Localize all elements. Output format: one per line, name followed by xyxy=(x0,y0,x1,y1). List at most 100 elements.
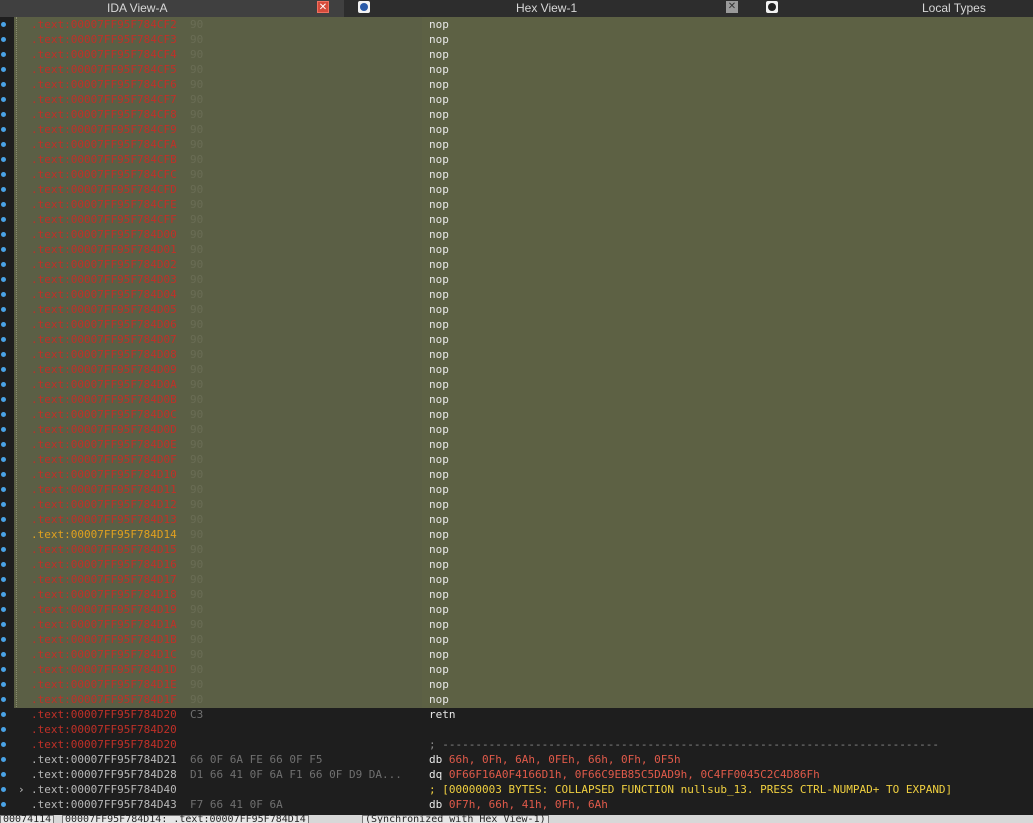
listing-line[interactable]: .text:00007FF95F784D1A 90 nop xyxy=(14,617,1033,632)
close-icon[interactable]: ✕ xyxy=(317,1,329,13)
breakpoint-dot-icon[interactable] xyxy=(1,367,6,372)
listing-line[interactable]: .text:00007FF95F784D11 90 nop xyxy=(14,482,1033,497)
breakpoint-dot-icon[interactable] xyxy=(1,532,6,537)
listing-line[interactable]: .text:00007FF95F784D06 90 nop xyxy=(14,317,1033,332)
listing-line[interactable]: .text:00007FF95F784CFD 90 nop xyxy=(14,182,1033,197)
breakpoint-dot-icon[interactable] xyxy=(1,502,6,507)
breakpoint-dot-icon[interactable] xyxy=(1,802,6,807)
breakpoint-dot-icon[interactable] xyxy=(1,202,6,207)
breakpoint-dot-icon[interactable] xyxy=(1,517,6,522)
breakpoint-dot-icon[interactable] xyxy=(1,487,6,492)
listing-line[interactable]: .text:00007FF95F784CF3 90 nop xyxy=(14,32,1033,47)
breakpoint-dot-icon[interactable] xyxy=(1,127,6,132)
breakpoint-dot-icon[interactable] xyxy=(1,667,6,672)
listing-line[interactable]: .text:00007FF95F784D09 90 nop xyxy=(14,362,1033,377)
breakpoint-dot-icon[interactable] xyxy=(1,172,6,177)
listing-line[interactable]: .text:00007FF95F784D43 F7 66 41 0F 6A db 0… xyxy=(14,797,1033,812)
breakpoint-dot-icon[interactable] xyxy=(1,472,6,477)
listing-line[interactable]: .text:00007FF95F784CF2 90 nop xyxy=(14,17,1033,32)
listing-line[interactable]: .text:00007FF95F784CFF 90 nop xyxy=(14,212,1033,227)
listing-line[interactable]: .text:00007FF95F784D0F 90 nop xyxy=(14,452,1033,467)
listing-line[interactable]: .text:00007FF95F784D19 90 nop xyxy=(14,602,1033,617)
tab-local-types[interactable]: Local Types xyxy=(760,0,1033,17)
breakpoint-dot-icon[interactable] xyxy=(1,637,6,642)
listing-line[interactable]: .text:00007FF95F784D28 D1 66 41 0F 6A F1 … xyxy=(14,767,1033,782)
expand-arrow-icon[interactable]: › xyxy=(18,782,25,797)
listing-line[interactable]: .text:00007FF95F784D1D 90 nop xyxy=(14,662,1033,677)
breakpoint-dot-icon[interactable] xyxy=(1,397,6,402)
listing-line[interactable]: .text:00007FF95F784CF6 90 nop xyxy=(14,77,1033,92)
breakpoint-dot-icon[interactable] xyxy=(1,277,6,282)
disassembly-listing[interactable]: .text:00007FF95F784CF2 90 nop .text:00007FF… xyxy=(14,17,1033,815)
breakpoint-dot-icon[interactable] xyxy=(1,592,6,597)
listing-line[interactable]: .text:00007FF95F784D13 90 nop xyxy=(14,512,1033,527)
listing-line[interactable]: .text:00007FF95F784D17 90 nop xyxy=(14,572,1033,587)
breakpoint-dot-icon[interactable] xyxy=(1,67,6,72)
listing-line[interactable]: .text:00007FF95F784D00 90 nop xyxy=(14,227,1033,242)
breakpoint-dot-icon[interactable] xyxy=(1,772,6,777)
breakpoint-dot-icon[interactable] xyxy=(1,52,6,57)
breakpoint-dot-icon[interactable] xyxy=(1,232,6,237)
listing-line[interactable]: .text:00007FF95F784D16 90 nop xyxy=(14,557,1033,572)
breakpoint-dot-icon[interactable] xyxy=(1,757,6,762)
breakpoint-dot-icon[interactable] xyxy=(1,787,6,792)
listing-line[interactable]: .text:00007FF95F784CFC 90 nop xyxy=(14,167,1033,182)
breakpoint-dot-icon[interactable] xyxy=(1,352,6,357)
listing-line[interactable]: .text:00007FF95F784CF9 90 nop xyxy=(14,122,1033,137)
breakpoint-dot-icon[interactable] xyxy=(1,412,6,417)
listing-line[interactable]: .text:00007FF95F784D02 90 nop xyxy=(14,257,1033,272)
listing-line[interactable]: .text:00007FF95F784D04 90 nop xyxy=(14,287,1033,302)
breakpoint-dot-icon[interactable] xyxy=(1,607,6,612)
breakpoint-dot-icon[interactable] xyxy=(1,577,6,582)
breakpoint-dot-icon[interactable] xyxy=(1,292,6,297)
listing-line[interactable]: .text:00007FF95F784D1B 90 nop xyxy=(14,632,1033,647)
breakpoint-dot-icon[interactable] xyxy=(1,622,6,627)
breakpoint-dot-icon[interactable] xyxy=(1,307,6,312)
breakpoint-dot-icon[interactable] xyxy=(1,457,6,462)
listing-line[interactable]: .text:00007FF95F784CFE 90 nop xyxy=(14,197,1033,212)
listing-line[interactable]: .text:00007FF95F784CF8 90 nop xyxy=(14,107,1033,122)
listing-line[interactable]: › .text:00007FF95F784D40 ; [00000003 BYTES… xyxy=(14,782,1033,797)
breakpoint-dot-icon[interactable] xyxy=(1,442,6,447)
breakpoint-dot-icon[interactable] xyxy=(1,157,6,162)
breakpoint-dot-icon[interactable] xyxy=(1,22,6,27)
listing-line[interactable]: .text:00007FF95F784D08 90 nop xyxy=(14,347,1033,362)
listing-line[interactable]: .text:00007FF95F784D10 90 nop xyxy=(14,467,1033,482)
breakpoint-dot-icon[interactable] xyxy=(1,337,6,342)
breakpoint-dot-icon[interactable] xyxy=(1,697,6,702)
breakpoint-dot-icon[interactable] xyxy=(1,217,6,222)
listing-line[interactable]: .text:00007FF95F784D20 ; ----------------… xyxy=(14,737,1033,752)
listing-line[interactable]: .text:00007FF95F784D20 xyxy=(14,722,1033,737)
listing-line[interactable]: .text:00007FF95F784D20 C3 retn xyxy=(14,707,1033,722)
listing-line[interactable]: .text:00007FF95F784D01 90 nop xyxy=(14,242,1033,257)
breakpoint-dot-icon[interactable] xyxy=(1,97,6,102)
breakpoint-dot-icon[interactable] xyxy=(1,37,6,42)
listing-line[interactable]: .text:00007FF95F784CF7 90 nop xyxy=(14,92,1033,107)
breakpoint-dot-icon[interactable] xyxy=(1,142,6,147)
tab-ida-view-a[interactable]: IDA View-A ✕ xyxy=(0,0,344,17)
breakpoint-dot-icon[interactable] xyxy=(1,652,6,657)
breakpoint-dot-icon[interactable] xyxy=(1,562,6,567)
listing-line[interactable]: .text:00007FF95F784D0B 90 nop xyxy=(14,392,1033,407)
listing-line[interactable]: .text:00007FF95F784D14 90 nop xyxy=(14,527,1033,542)
listing-line[interactable]: .text:00007FF95F784D03 90 nop xyxy=(14,272,1033,287)
listing-line[interactable]: .text:00007FF95F784D12 90 nop xyxy=(14,497,1033,512)
breakpoint-dot-icon[interactable] xyxy=(1,262,6,267)
listing-line[interactable]: .text:00007FF95F784D0E 90 nop xyxy=(14,437,1033,452)
listing-line[interactable]: .text:00007FF95F784D0A 90 nop xyxy=(14,377,1033,392)
listing-line[interactable]: .text:00007FF95F784CFA 90 nop xyxy=(14,137,1033,152)
breakpoint-dot-icon[interactable] xyxy=(1,727,6,732)
breakpoint-dot-icon[interactable] xyxy=(1,247,6,252)
listing-line[interactable]: .text:00007FF95F784CF4 90 nop xyxy=(14,47,1033,62)
breakpoint-dot-icon[interactable] xyxy=(1,112,6,117)
listing-line[interactable]: .text:00007FF95F784D07 90 nop xyxy=(14,332,1033,347)
breakpoint-dot-icon[interactable] xyxy=(1,382,6,387)
listing-gutter[interactable] xyxy=(0,17,14,815)
listing-line[interactable]: .text:00007FF95F784CFB 90 nop xyxy=(14,152,1033,167)
listing-line[interactable]: .text:00007FF95F784D15 90 nop xyxy=(14,542,1033,557)
listing-line[interactable]: .text:00007FF95F784D18 90 nop xyxy=(14,587,1033,602)
listing-line[interactable]: .text:00007FF95F784D1F 90 nop xyxy=(14,692,1033,707)
breakpoint-dot-icon[interactable] xyxy=(1,682,6,687)
breakpoint-dot-icon[interactable] xyxy=(1,427,6,432)
breakpoint-dot-icon[interactable] xyxy=(1,82,6,87)
